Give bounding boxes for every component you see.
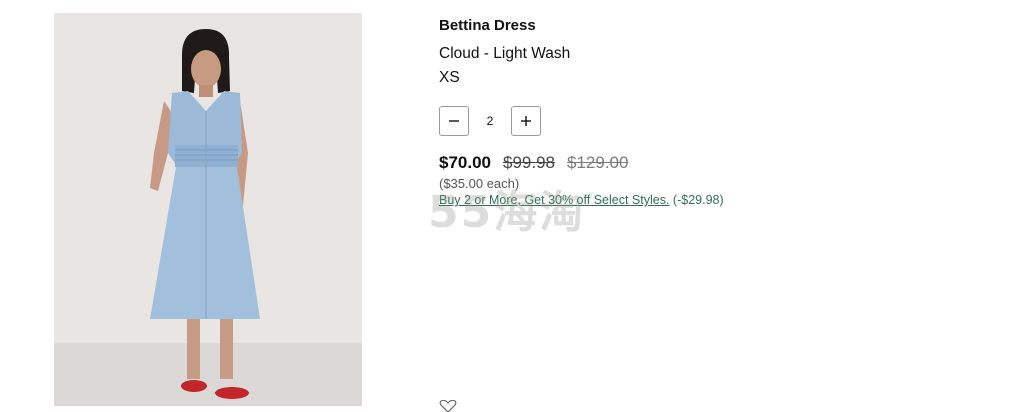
heart-icon[interactable] <box>439 400 457 412</box>
product-name[interactable]: Bettina Dress <box>439 16 999 35</box>
promo-savings: (-$29.98) <box>669 193 724 207</box>
quantity-value[interactable]: 2 <box>469 114 511 128</box>
plus-icon <box>521 116 531 126</box>
quantity-stepper: 2 <box>439 105 999 137</box>
promo-link[interactable]: Buy 2 or More, Get 30% off Select Styles… <box>439 193 669 207</box>
increase-quantity-button[interactable] <box>511 106 541 136</box>
price-each: ($35.00 each) <box>439 176 520 191</box>
promo-message: Buy 2 or More, Get 30% off Select Styles… <box>439 193 999 207</box>
was-price: $99.98 <box>503 153 555 172</box>
original-price: $129.00 <box>567 153 629 172</box>
minus-icon <box>449 120 459 122</box>
product-size: XS <box>439 69 460 86</box>
price-row: $70.00 $99.98 $129.00 <box>439 153 999 173</box>
decrease-quantity-button[interactable] <box>439 106 469 136</box>
product-image[interactable] <box>54 13 362 406</box>
current-price: $70.00 <box>439 153 491 172</box>
product-color: Cloud - Light Wash <box>439 45 571 62</box>
product-details: Bettina Dress Cloud - Light Wash XS 2 $7… <box>439 16 999 207</box>
